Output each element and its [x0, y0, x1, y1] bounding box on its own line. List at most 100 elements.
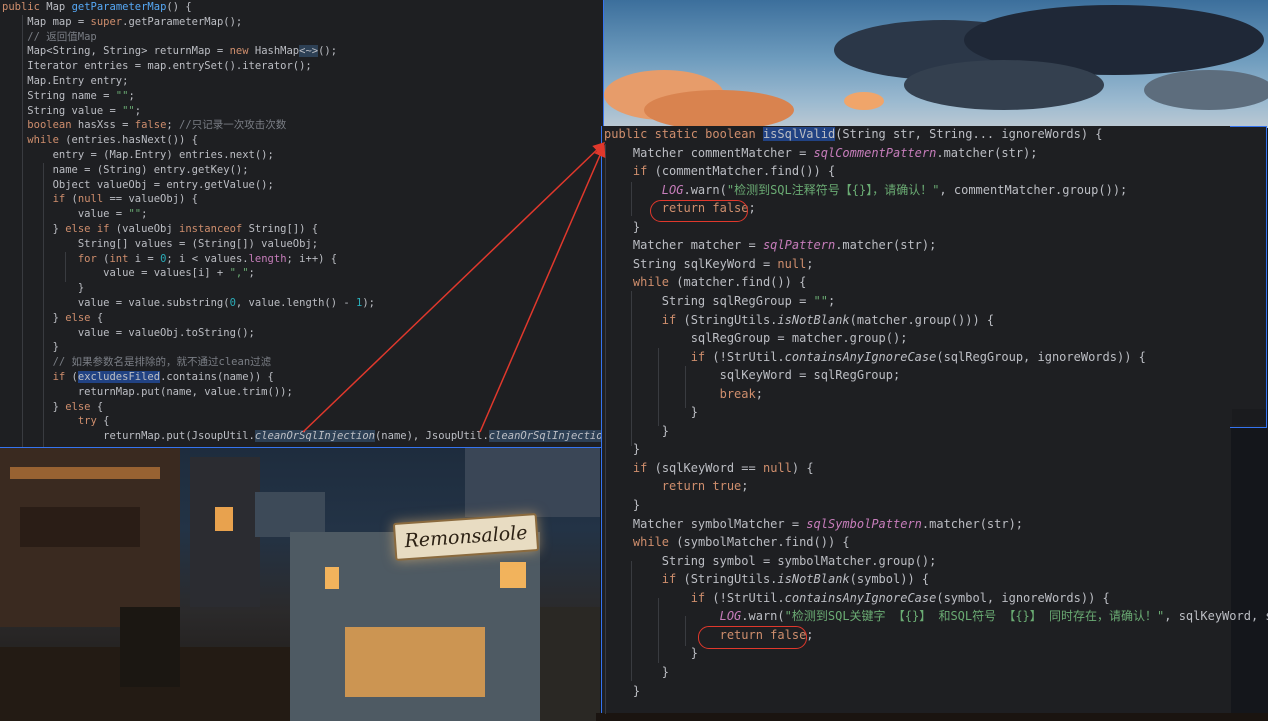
- code-line: boolean hasXss = false; //只记录一次攻击次数: [2, 118, 286, 133]
- code-token: // 返回值Map: [2, 30, 97, 43]
- code-line: } else if (valueObj instanceof String[])…: [2, 222, 319, 237]
- code-token: cleanOrSqlInjection: [254, 430, 375, 443]
- code-token: }: [604, 498, 641, 512]
- code-token: excludesFiled: [77, 371, 161, 383]
- code-line: // 返回值Map: [2, 30, 97, 45]
- code-line: }: [604, 220, 640, 235]
- code-token: "": [115, 89, 129, 102]
- code-token: try: [77, 415, 104, 428]
- code-token: LOG: [661, 182, 684, 197]
- code-line: if (StringUtils.isNotBlank(matcher.group…: [604, 313, 994, 328]
- code-line: }: [604, 684, 640, 699]
- code-token: boolean: [27, 119, 78, 132]
- code-line: for (int i = 0; i < values.length; i++) …: [2, 252, 337, 267]
- code-token: int: [109, 252, 135, 265]
- editor-pane-getParameterMap[interactable]: public Map getParameterMap() { Map map =…: [0, 0, 710, 448]
- code-line: Matcher commentMatcher = sqlCommentPatte…: [604, 146, 1038, 161]
- code-token: containsAnyIgnoreCase: [784, 590, 937, 605]
- code-token: super: [90, 15, 123, 28]
- code-line: String symbol = symbolMatcher.group();: [604, 554, 937, 569]
- code-token: (entries.hasNext()) {: [65, 134, 198, 147]
- code-token: "": [128, 208, 142, 221]
- code-token: (!StrUtil.: [712, 349, 785, 364]
- code-token: returnMap.put(JsoupUtil.: [2, 430, 255, 443]
- code-token: // 如果参数名是排除的，就不通过clean过滤: [2, 356, 272, 369]
- code-token: Map.Entry entry;: [2, 75, 129, 87]
- code-token: new: [229, 45, 255, 58]
- code-token: <~>: [299, 45, 319, 58]
- code-line: } else {: [2, 400, 104, 415]
- code-token: isNotBlank: [777, 572, 850, 587]
- code-line: if (excludesFiled.contains(name)) {: [2, 370, 274, 385]
- code-token: return true: [661, 479, 742, 494]
- code-token: "": [813, 293, 828, 308]
- code-token: for: [77, 252, 104, 265]
- code-token: }: [604, 646, 698, 661]
- code-token: value = value.substring(: [2, 297, 230, 309]
- code-token: sqlKeyWord = sqlRegGroup;: [604, 368, 901, 383]
- code-token: sqlPattern: [762, 238, 836, 253]
- code-token: String[] values = (String[]) valueObj;: [2, 237, 319, 250]
- code-line: if (commentMatcher.find()) {: [604, 164, 835, 179]
- code-token: }: [604, 423, 670, 438]
- code-line: while (symbolMatcher.find()) {: [604, 535, 850, 550]
- code-line: }: [604, 442, 640, 457]
- code-token: , sqlKeyWord, symbol);: [1164, 609, 1268, 624]
- wallpaper-strip: [596, 713, 1268, 721]
- code-line: }: [604, 424, 669, 439]
- code-token: (matcher.group())) {: [849, 312, 995, 327]
- code-line: } else {: [2, 311, 104, 326]
- code-token: ;: [141, 208, 148, 221]
- code-token: ; i < values.: [166, 252, 249, 265]
- code-line: if (StringUtils.isNotBlank(symbol)) {: [604, 572, 929, 587]
- code-token: (name), JsoupUtil.: [374, 430, 489, 443]
- code-token: .matcher(str);: [835, 238, 937, 253]
- code-token: length: [248, 252, 287, 265]
- code-token: (sqlKeyWord ==: [654, 460, 763, 475]
- code-line: String name = "";: [2, 89, 135, 104]
- code-line: String[] values = (String[]) valueObj;: [2, 237, 318, 252]
- code-line: Map<String, String> returnMap = new Hash…: [2, 44, 337, 59]
- code-token: value = valueObj.toString();: [2, 326, 255, 339]
- sky-wallpaper: [604, 0, 1268, 128]
- code-token: (symbol, ignoreWords)) {: [936, 590, 1110, 605]
- code-token: Matcher symbolMatcher =: [604, 516, 807, 531]
- code-token: String sqlKeyWord =: [604, 256, 778, 271]
- code-token: null: [762, 460, 792, 475]
- code-line: Iterator entries = map.entrySet().iterat…: [2, 59, 312, 74]
- code-token: isSqlValid: [762, 127, 836, 141]
- code-token: String value =: [2, 104, 123, 117]
- code-token: ;: [134, 104, 142, 117]
- code-token: }: [604, 442, 641, 457]
- code-token: ;: [248, 267, 255, 280]
- code-token: value = values[i] +: [2, 267, 230, 280]
- code-token: String name =: [2, 89, 116, 102]
- code-token: ",": [229, 267, 249, 280]
- code-line: String sqlRegGroup = "";: [604, 294, 835, 309]
- code-token: Map map =: [2, 15, 91, 28]
- town-wallpaper: [0, 447, 600, 721]
- code-token: ;: [806, 627, 814, 642]
- code-token: if: [661, 312, 684, 327]
- code-token: (sqlRegGroup, ignoreWords)) {: [936, 349, 1146, 364]
- code-token: if: [632, 164, 655, 179]
- code-token: ;: [827, 293, 836, 308]
- code-token: (valueObj: [115, 223, 180, 235]
- code-line: Matcher matcher = sqlPattern.matcher(str…: [604, 238, 936, 253]
- code-token: , value.length() -: [235, 297, 357, 309]
- code-token: sqlSymbolPattern: [806, 516, 922, 531]
- code-token: isNotBlank: [777, 312, 850, 327]
- code-line: value = valueObj.toString();: [2, 326, 255, 341]
- code-token: }: [2, 311, 66, 324]
- code-line: value = values[i] + ",";: [2, 266, 255, 281]
- code-token: .matcher(str);: [936, 145, 1038, 160]
- code-line: if (!StrUtil.containsAnyIgnoreCase(sqlRe…: [604, 350, 1146, 365]
- code-token: Iterator entries = map.entrySet().iterat…: [2, 60, 312, 73]
- code-line: Matcher symbolMatcher = sqlSymbolPattern…: [604, 517, 1023, 532]
- code-token: .getParameterMap();: [122, 15, 243, 28]
